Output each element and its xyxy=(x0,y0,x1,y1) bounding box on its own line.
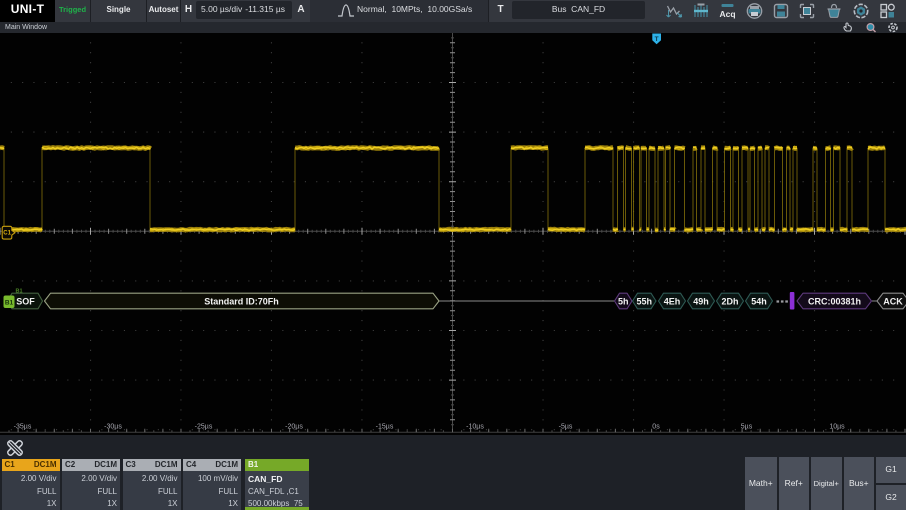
svg-text:B1: B1 xyxy=(5,300,14,307)
svg-text:55h: 55h xyxy=(636,296,652,306)
svg-text:-15µs: -15µs xyxy=(376,423,394,430)
svg-text:B1: B1 xyxy=(16,289,23,295)
svg-text:2Dh: 2Dh xyxy=(721,296,738,306)
svg-text:-20µs: -20µs xyxy=(285,423,303,430)
svg-text:-25µs: -25µs xyxy=(195,423,213,430)
svg-text:5h: 5h xyxy=(618,296,629,306)
svg-text:4Eh: 4Eh xyxy=(664,296,681,306)
svg-text:Acq: Acq xyxy=(719,9,735,19)
svg-text:C1: C1 xyxy=(3,230,11,236)
svg-text:-10µs: -10µs xyxy=(466,423,484,430)
svg-text:T: T xyxy=(655,36,659,43)
svg-text:SOF: SOF xyxy=(16,296,35,306)
svg-text:-35µs: -35µs xyxy=(14,423,32,430)
svg-text:Standard ID:70Fh: Standard ID:70Fh xyxy=(204,296,279,306)
svg-text:-5µs: -5µs xyxy=(559,423,573,430)
svg-text:49h: 49h xyxy=(693,296,709,306)
svg-text:ACK: ACK xyxy=(883,296,903,306)
svg-text:0s: 0s xyxy=(652,423,660,430)
svg-text:10µs: 10µs xyxy=(829,423,845,430)
svg-text:CRC:00381h: CRC:00381h xyxy=(808,296,861,306)
svg-text:-30µs: -30µs xyxy=(104,423,122,430)
svg-text:54h: 54h xyxy=(751,296,767,306)
svg-text:5µs: 5µs xyxy=(741,423,753,430)
